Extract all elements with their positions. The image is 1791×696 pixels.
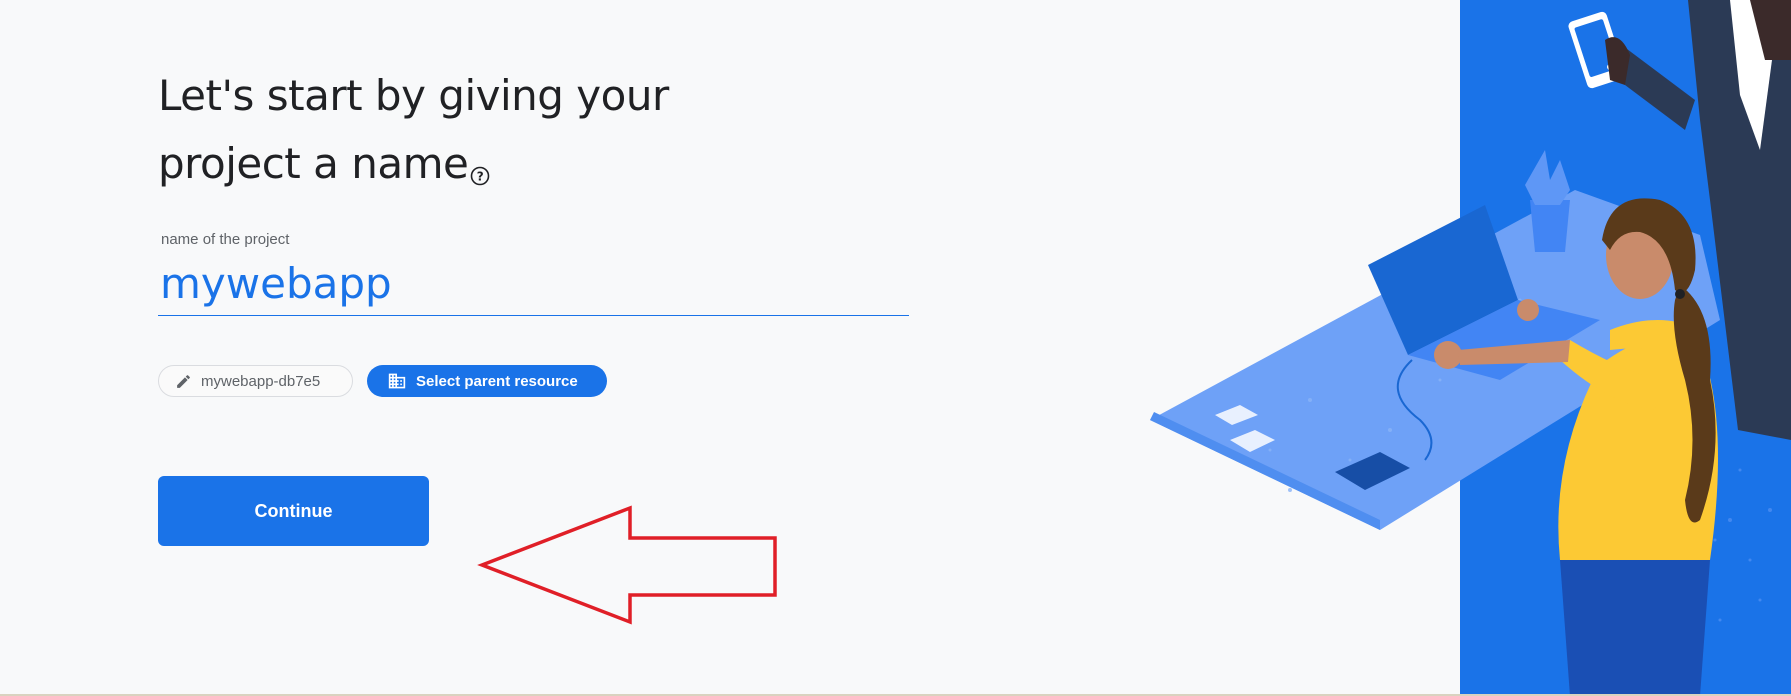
help-circle-icon[interactable]: ? <box>470 138 490 206</box>
project-id-text: mywebapp-db7e5 <box>201 372 321 390</box>
pencil-icon <box>177 374 190 388</box>
select-parent-resource-label: Select parent resource <box>416 372 578 390</box>
project-name-input[interactable] <box>158 252 909 316</box>
annotation-arrow-icon <box>477 505 777 625</box>
select-parent-resource-button[interactable]: Select parent resource <box>367 365 607 397</box>
svg-text:?: ? <box>477 170 484 184</box>
continue-button[interactable]: Continue <box>158 476 429 546</box>
page-title: Let's start by giving your project a nam… <box>158 62 669 206</box>
people-at-desk-illustration <box>1150 0 1791 696</box>
building-icon <box>388 373 406 389</box>
project-name-label: name of the project <box>161 231 290 248</box>
title-line-1: Let's start by giving your <box>158 71 669 120</box>
project-id-chip[interactable]: mywebapp-db7e5 <box>158 365 353 397</box>
title-line-2: project a name <box>158 139 469 188</box>
